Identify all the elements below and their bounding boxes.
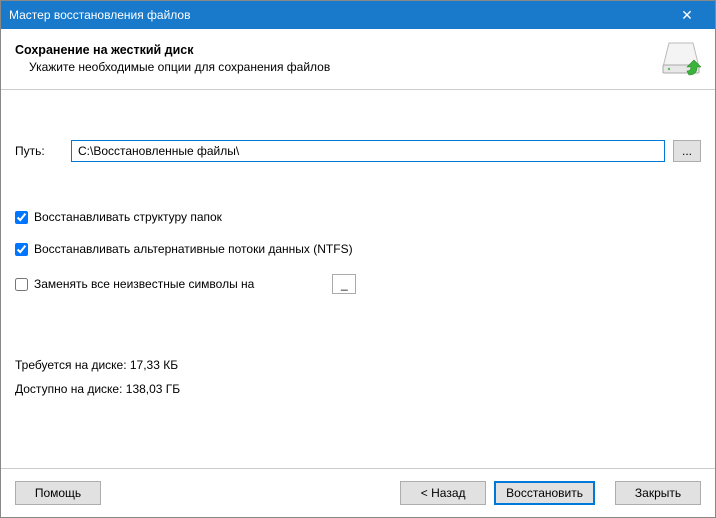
- titlebar: Мастер восстановления файлов ✕: [1, 1, 715, 29]
- window-title: Мастер восстановления файлов: [9, 8, 667, 22]
- disk-info: Требуется на диске: 17,33 КБ Доступно на…: [15, 358, 701, 396]
- restore-structure-checkbox[interactable]: [15, 211, 28, 224]
- path-label: Путь:: [15, 144, 63, 158]
- restore-alt-streams-label: Восстанавливать альтернативные потоки да…: [34, 242, 353, 256]
- close-icon[interactable]: ✕: [667, 7, 707, 24]
- hard-disk-icon: [661, 39, 701, 77]
- restore-alt-streams-checkbox[interactable]: [15, 243, 28, 256]
- restore-structure-label: Восстанавливать структуру папок: [34, 210, 222, 224]
- recover-button[interactable]: Восстановить: [494, 481, 595, 505]
- browse-button[interactable]: ...: [673, 140, 701, 162]
- footer: Помощь < Назад Восстановить Закрыть: [1, 468, 715, 517]
- restore-alt-streams-row[interactable]: Восстанавливать альтернативные потоки да…: [15, 242, 701, 256]
- replace-unknown-row[interactable]: Заменять все неизвестные символы на: [15, 274, 701, 294]
- path-input[interactable]: [71, 140, 665, 162]
- content-area: Путь: ... Восстанавливать структуру папо…: [1, 90, 715, 468]
- close-button[interactable]: Закрыть: [615, 481, 701, 505]
- header-subtitle: Укажите необходимые опции для сохранения…: [29, 60, 661, 74]
- wizard-header: Сохранение на жесткий диск Укажите необх…: [1, 29, 715, 90]
- path-row: Путь: ...: [15, 140, 701, 162]
- restore-structure-row[interactable]: Восстанавливать структуру папок: [15, 210, 701, 224]
- replace-char-input[interactable]: [332, 274, 356, 294]
- disk-available: Доступно на диске: 138,03 ГБ: [15, 382, 701, 396]
- header-text: Сохранение на жесткий диск Укажите необх…: [15, 43, 661, 74]
- back-button[interactable]: < Назад: [400, 481, 486, 505]
- header-title: Сохранение на жесткий диск: [15, 43, 661, 57]
- replace-unknown-label: Заменять все неизвестные символы на: [34, 277, 254, 291]
- help-button[interactable]: Помощь: [15, 481, 101, 505]
- disk-required: Требуется на диске: 17,33 КБ: [15, 358, 701, 372]
- replace-unknown-checkbox[interactable]: [15, 278, 28, 291]
- options-group: Восстанавливать структуру папок Восстана…: [15, 210, 701, 294]
